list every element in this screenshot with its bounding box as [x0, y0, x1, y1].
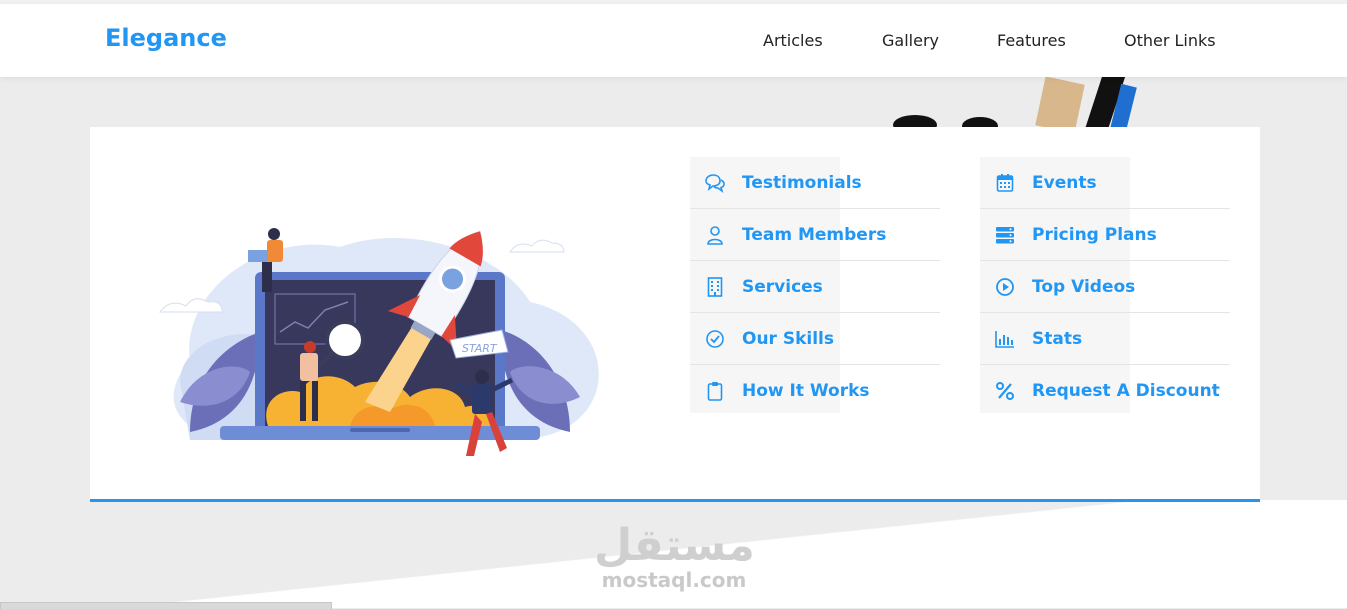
watermark-arabic: مستقل: [594, 520, 755, 571]
menu-item-team-members[interactable]: Team Members: [690, 209, 940, 261]
comments-icon: [704, 172, 726, 194]
menu-item-events[interactable]: Events: [980, 157, 1230, 209]
clipboard-icon: [704, 380, 726, 402]
percent-icon: [994, 380, 1016, 402]
menu-column-right: Events Pricing Plans Top Videos Stats Re…: [980, 157, 1230, 416]
menu-item-stats[interactable]: Stats: [980, 313, 1230, 365]
menu-item-label: How It Works: [742, 380, 870, 401]
bar-chart-icon: [994, 328, 1016, 350]
menu-item-label: Stats: [1032, 328, 1083, 349]
server-icon: [994, 224, 1016, 246]
menu-item-pricing-plans[interactable]: Pricing Plans: [980, 209, 1230, 261]
menu-item-testimonials[interactable]: Testimonials: [690, 157, 940, 209]
play-circle-icon: [994, 276, 1016, 298]
calendar-icon: [994, 172, 1016, 194]
user-icon: [704, 224, 726, 246]
menu-item-our-skills[interactable]: Our Skills: [690, 313, 940, 365]
nav-link-articles[interactable]: Articles: [763, 31, 823, 50]
menu-item-top-videos[interactable]: Top Videos: [980, 261, 1230, 313]
watermark: مستقل mostaql.com: [594, 520, 755, 592]
logo[interactable]: Elegance: [105, 24, 227, 52]
nav-link-other-links[interactable]: Other Links: [1124, 31, 1216, 50]
menu-item-label: Team Members: [742, 224, 887, 245]
mega-menu-panel: START Testimonials Team Members Services…: [90, 127, 1260, 502]
menu-item-label: Pricing Plans: [1032, 224, 1157, 245]
menu-item-how-it-works[interactable]: How It Works: [690, 365, 940, 416]
menu-item-label: Our Skills: [742, 328, 835, 349]
nav-link-gallery[interactable]: Gallery: [882, 31, 939, 50]
startup-illustration: START: [159, 228, 599, 456]
start-flag-text: START: [462, 342, 498, 355]
watermark-latin: mostaql.com: [601, 568, 747, 592]
building-icon: [704, 276, 726, 298]
site-header: Elegance Articles Gallery Features Other…: [0, 4, 1347, 77]
check-circle-icon: [704, 328, 726, 350]
menu-item-request-a-discount[interactable]: Request A Discount: [980, 365, 1230, 416]
menu-item-label: Services: [742, 276, 823, 297]
menu-item-label: Testimonials: [742, 172, 862, 193]
menu-item-label: Top Videos: [1032, 276, 1136, 297]
menu-item-label: Request A Discount: [1032, 380, 1220, 401]
menu-item-services[interactable]: Services: [690, 261, 940, 313]
menu-item-label: Events: [1032, 172, 1097, 193]
nav-link-features[interactable]: Features: [997, 31, 1066, 50]
menu-column-left: Testimonials Team Members Services Our S…: [690, 157, 940, 416]
